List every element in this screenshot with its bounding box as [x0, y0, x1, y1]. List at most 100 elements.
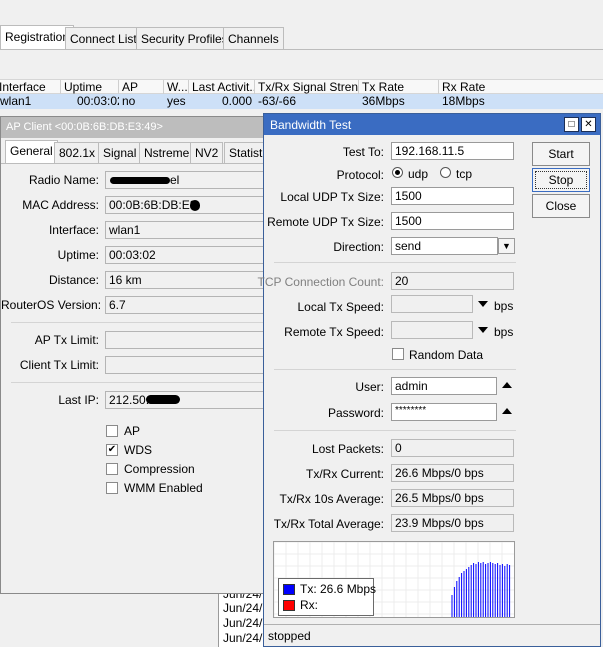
protocol-tcp-label: tcp	[456, 167, 473, 181]
routeros-version-label: RouterOS Version:	[1, 298, 102, 312]
remote-tx-speed-input[interactable]	[391, 321, 473, 339]
dropdown-arrow-icon[interactable]: ▼	[498, 238, 515, 254]
status-text: stopped	[268, 629, 311, 643]
col-tx-rate[interactable]: Tx Rate	[359, 80, 439, 95]
log-line: Jun/24/	[223, 616, 263, 630]
radio-name-value: el	[170, 173, 180, 187]
direction-select[interactable]: send	[391, 237, 498, 255]
table-row[interactable]: wlan1 00:03:02 no yes 0.000 -63/-66 36Mb…	[0, 94, 603, 109]
cell-last-activity: 0.000	[221, 94, 252, 108]
tab-channels[interactable]: Channels	[223, 27, 284, 49]
ap-checkbox[interactable]	[106, 425, 118, 437]
tx-rx-current-field: 26.6 Mbps/0 bps	[391, 464, 514, 482]
separator	[274, 430, 516, 431]
random-data-label: Random Data	[409, 348, 484, 362]
interface-label: Interface:	[48, 223, 99, 237]
random-data-checkbox[interactable]	[392, 348, 404, 360]
user-label: User:	[355, 380, 384, 394]
cell-tx-rate: 36Mbps	[362, 94, 405, 108]
ap-tab-8021x[interactable]: 802.1x	[54, 142, 101, 163]
remote-tx-speed-label: Remote Tx Speed:	[284, 325, 384, 339]
collapse-arrow-icon[interactable]	[502, 382, 512, 388]
password-input[interactable]: ********	[391, 403, 497, 421]
col-uptime[interactable]: Uptime	[61, 80, 119, 95]
ap-tab-signal[interactable]: Signal	[98, 142, 142, 163]
cell-ap: no	[122, 94, 136, 108]
uptime-label: Uptime:	[57, 248, 99, 262]
password-label: Password:	[327, 406, 384, 420]
client-tx-limit-label: Client Tx Limit:	[19, 358, 99, 372]
redaction-mark	[190, 200, 200, 211]
table-header: Interface Uptime AP W... Last Activit...…	[0, 79, 603, 95]
compression-checkbox[interactable]	[106, 463, 118, 475]
maximize-icon[interactable]: □	[564, 117, 579, 132]
separator	[11, 322, 267, 323]
tab-divider	[0, 49, 603, 50]
tab-connect-list[interactable]: Connect List	[65, 27, 142, 49]
local-tx-speed-input[interactable]	[391, 295, 473, 313]
tx-rx-10s-average-field: 26.5 Mbps/0 bps	[391, 489, 514, 507]
traffic-graph: Tx: 26.6 Mbps Rx:	[273, 541, 515, 618]
tx-legend-label: Tx: 26.6 Mbps	[300, 582, 377, 596]
mac-address-value: 00:0B:6B:DB:E3:	[109, 198, 200, 212]
ap-client-title[interactable]: AP Client <00:0B:6B:DB:E3:49>	[1, 117, 269, 138]
start-button[interactable]: Start	[532, 142, 590, 166]
tx-rx-total-average-field: 23.9 Mbps/0 bps	[391, 514, 514, 532]
local-udp-tx-size-label: Local UDP Tx Size:	[280, 190, 384, 204]
compression-checkbox-label: Compression	[124, 462, 195, 476]
separator	[274, 262, 516, 263]
wds-checkbox[interactable]: ✔	[106, 444, 118, 456]
collapse-arrow-icon[interactable]	[502, 408, 512, 414]
protocol-udp-radio[interactable]	[392, 167, 403, 178]
local-tx-speed-dropdown-icon[interactable]	[478, 301, 488, 307]
cell-signal: -63/-66	[258, 94, 297, 108]
local-tx-speed-label: Local Tx Speed:	[297, 300, 384, 314]
log-line: Jun/24/	[223, 631, 263, 645]
cell-uptime: 00:03:02	[77, 94, 119, 108]
rx-legend-swatch	[283, 600, 295, 611]
col-w[interactable]: W...	[164, 80, 189, 95]
tcp-connection-count-input[interactable]: 20	[391, 272, 514, 290]
ap-tab-divider	[1, 163, 269, 164]
tab-registration[interactable]: Registration	[0, 25, 75, 50]
col-rx-rate[interactable]: Rx Rate	[439, 80, 603, 95]
tx-rx-total-average-label: Tx/Rx Total Average:	[273, 517, 384, 531]
ap-checkbox-label: AP	[124, 424, 141, 438]
remote-tx-speed-dropdown-icon[interactable]	[478, 327, 488, 333]
ap-tab-nstreme[interactable]: Nstreme	[139, 142, 195, 163]
redaction-mark	[146, 395, 180, 404]
protocol-tcp-radio[interactable]	[440, 167, 451, 178]
top-tab-bar: Registration Connect List Security Profi…	[0, 0, 603, 80]
tcp-connection-count-label: TCP Connection Count:	[257, 275, 384, 289]
remote-udp-tx-size-label: Remote UDP Tx Size:	[267, 215, 384, 229]
tab-security-profiles[interactable]: Security Profiles	[136, 27, 233, 49]
graph-legend: Tx: 26.6 Mbps Rx:	[278, 578, 377, 616]
ap-tab-general[interactable]: General	[5, 140, 58, 164]
last-ip-value: 212.50.	[109, 393, 150, 407]
user-input[interactable]: admin	[391, 377, 497, 395]
last-ip-label: Last IP:	[58, 393, 99, 407]
ap-tx-limit-label: AP Tx Limit:	[34, 333, 99, 347]
rx-legend-label: Rx:	[300, 598, 318, 612]
wmm-checkbox[interactable]	[106, 482, 118, 494]
bandwidth-test-title-bar[interactable]: Bandwidth Test	[264, 114, 600, 135]
stop-button[interactable]: Stop	[532, 168, 590, 192]
close-icon[interactable]: ✕	[581, 117, 596, 132]
distance-label: Distance:	[48, 273, 99, 287]
direction-label: Direction:	[333, 240, 384, 254]
close-button[interactable]: Close	[532, 194, 590, 218]
col-ap[interactable]: AP	[119, 80, 164, 95]
local-udp-tx-size-input[interactable]: 1500	[391, 187, 514, 205]
col-interface[interactable]: Interface	[0, 80, 61, 95]
tx-rx-current-label: Tx/Rx Current:	[305, 467, 384, 481]
test-to-label: Test To:	[342, 145, 384, 159]
bandwidth-test-title: Bandwidth Test	[270, 118, 352, 132]
remote-udp-tx-size-input[interactable]: 1500	[391, 212, 514, 230]
lost-packets-field: 0	[391, 439, 514, 457]
log-line: Jun/24/	[223, 601, 263, 615]
col-signal[interactable]: Tx/Rx Signal Stren...	[255, 80, 359, 95]
remote-tx-speed-unit: bps	[494, 325, 514, 339]
col-last-activity[interactable]: Last Activit...	[189, 80, 255, 95]
test-to-input[interactable]: 192.168.11.5	[391, 142, 514, 160]
cell-w: yes	[167, 94, 186, 108]
